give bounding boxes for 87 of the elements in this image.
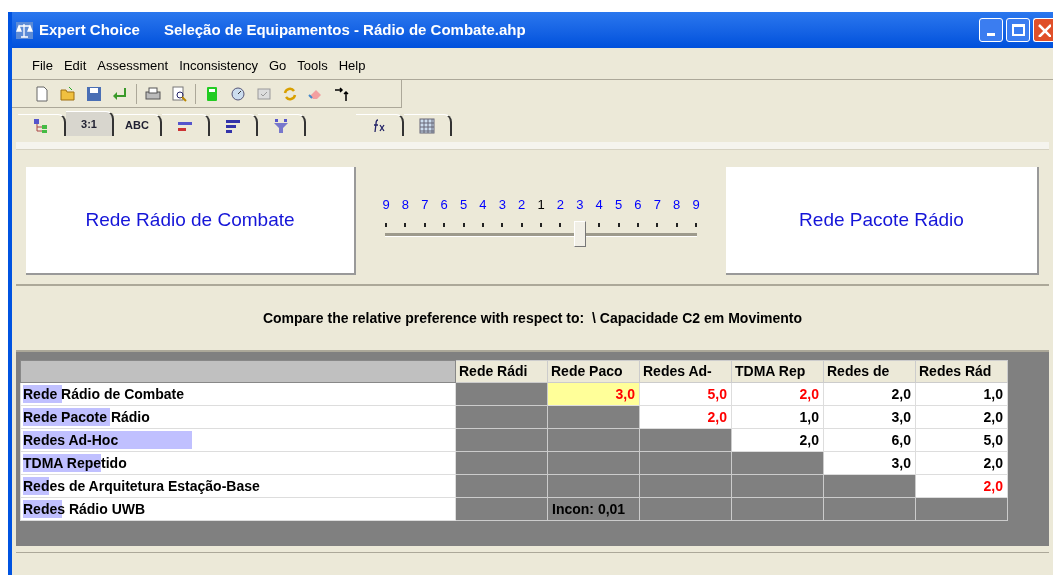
column-header: Redes Ad-	[639, 360, 732, 383]
tab[interactable]	[404, 114, 452, 136]
menu-item[interactable]: Tools	[297, 55, 328, 76]
scale-number: 4	[478, 196, 488, 215]
column-header: TDMA Rep	[731, 360, 824, 383]
open-folder-icon	[60, 85, 76, 102]
printer-icon	[145, 85, 161, 102]
app-name: Expert Choice	[39, 19, 140, 40]
scale-number: 7	[420, 196, 430, 215]
tick-mark	[540, 222, 542, 227]
row-name: TDMA Repetido	[23, 454, 127, 471]
menu-item[interactable]: Help	[338, 55, 366, 76]
tick-mark	[501, 222, 504, 227]
tab[interactable]: 3:1	[66, 111, 114, 136]
scale-number: 5	[613, 196, 624, 215]
tick-mark	[598, 222, 601, 227]
minimize-button[interactable]	[979, 18, 1003, 42]
row-name: Redes Ad-Hoc	[23, 431, 119, 448]
slider-thumb[interactable]	[574, 220, 586, 247]
scale-number: 9	[381, 196, 391, 215]
column-header: Redes de	[823, 360, 916, 383]
menu-item[interactable]: File	[32, 55, 53, 76]
tick-mark	[404, 222, 407, 227]
row-name: Redes de Arquitetura Estação-Base	[23, 477, 260, 494]
checkbox-icon	[256, 85, 272, 102]
column-header: Rede Paco	[547, 360, 640, 383]
print-preview-icon	[171, 85, 187, 102]
menu-item[interactable]: Go	[268, 55, 287, 76]
column-header: Rede Rádi	[455, 360, 548, 383]
tab[interactable]	[162, 114, 210, 136]
tick-mark	[520, 222, 523, 227]
window-title: Seleção de Equipamentos - Rádio de Combate.ahp	[163, 19, 526, 40]
scale-number: 5	[458, 196, 469, 215]
scale-number: 2	[517, 196, 527, 215]
left-choice-card: Rede Rádio de Combate	[26, 167, 356, 275]
tab[interactable]	[356, 114, 404, 136]
scale-number: 1	[536, 196, 546, 215]
scale-number: 7	[652, 196, 662, 215]
close-icon	[1036, 23, 1051, 37]
tick-mark	[443, 222, 446, 227]
tick-mark	[636, 222, 639, 227]
tick-mark	[617, 222, 620, 227]
funnel-icon	[273, 117, 289, 134]
scale-number: 8	[400, 196, 410, 215]
save-icon	[86, 85, 102, 102]
tab[interactable]: ABC	[114, 114, 162, 136]
column-header: Redes Rád	[915, 360, 1008, 383]
tree-icon	[33, 117, 49, 134]
right-choice-card: Rede Pacote Rádio	[726, 167, 1039, 275]
tick-mark	[423, 222, 426, 227]
row-name: Rede Pacote Rádio	[23, 408, 150, 425]
scale-number: 4	[594, 196, 604, 215]
tick-mark	[462, 222, 465, 227]
row-name: Rede Rádio de Combate	[23, 385, 185, 402]
tick-mark	[675, 222, 678, 227]
print-preview-button[interactable]	[169, 83, 189, 104]
scale-number: 3	[575, 196, 585, 215]
dial-icon	[230, 85, 246, 102]
return-arrow-icon	[112, 85, 128, 102]
menu-item[interactable]: Assessment	[97, 55, 169, 76]
scale-number: 8	[672, 196, 682, 215]
tick-mark	[559, 222, 562, 227]
row-name: Redes Rádio UWB	[23, 500, 146, 517]
tab[interactable]	[258, 114, 306, 136]
calculator-icon	[204, 85, 220, 102]
tick-mark	[385, 222, 387, 227]
close-button[interactable]	[1033, 18, 1053, 42]
tab[interactable]	[210, 114, 258, 136]
scale-number: 9	[691, 196, 701, 215]
scale-number: 6	[439, 196, 449, 215]
scale-number: 6	[633, 196, 643, 215]
formula-icon	[371, 117, 387, 134]
tick-mark	[481, 222, 484, 227]
scale-number: 3	[497, 196, 507, 215]
maximize-button[interactable]	[1006, 18, 1030, 42]
tick-mark	[656, 222, 659, 227]
new-file-icon	[34, 85, 50, 102]
balance-scale-icon	[16, 21, 33, 39]
menu-item[interactable]: Inconsistency	[179, 55, 258, 76]
tick-mark	[695, 222, 697, 227]
arrows-icon	[334, 85, 350, 102]
refresh-icon	[282, 85, 298, 102]
scale-number: 2	[555, 196, 565, 215]
comparison-prompt: Compare the relative preference with respect to: \ Capacidade C2 em Movimento	[262, 308, 803, 328]
sorted-bars-icon	[225, 117, 241, 134]
grid-icon	[419, 117, 435, 134]
menu-item[interactable]: Edit	[63, 55, 87, 76]
